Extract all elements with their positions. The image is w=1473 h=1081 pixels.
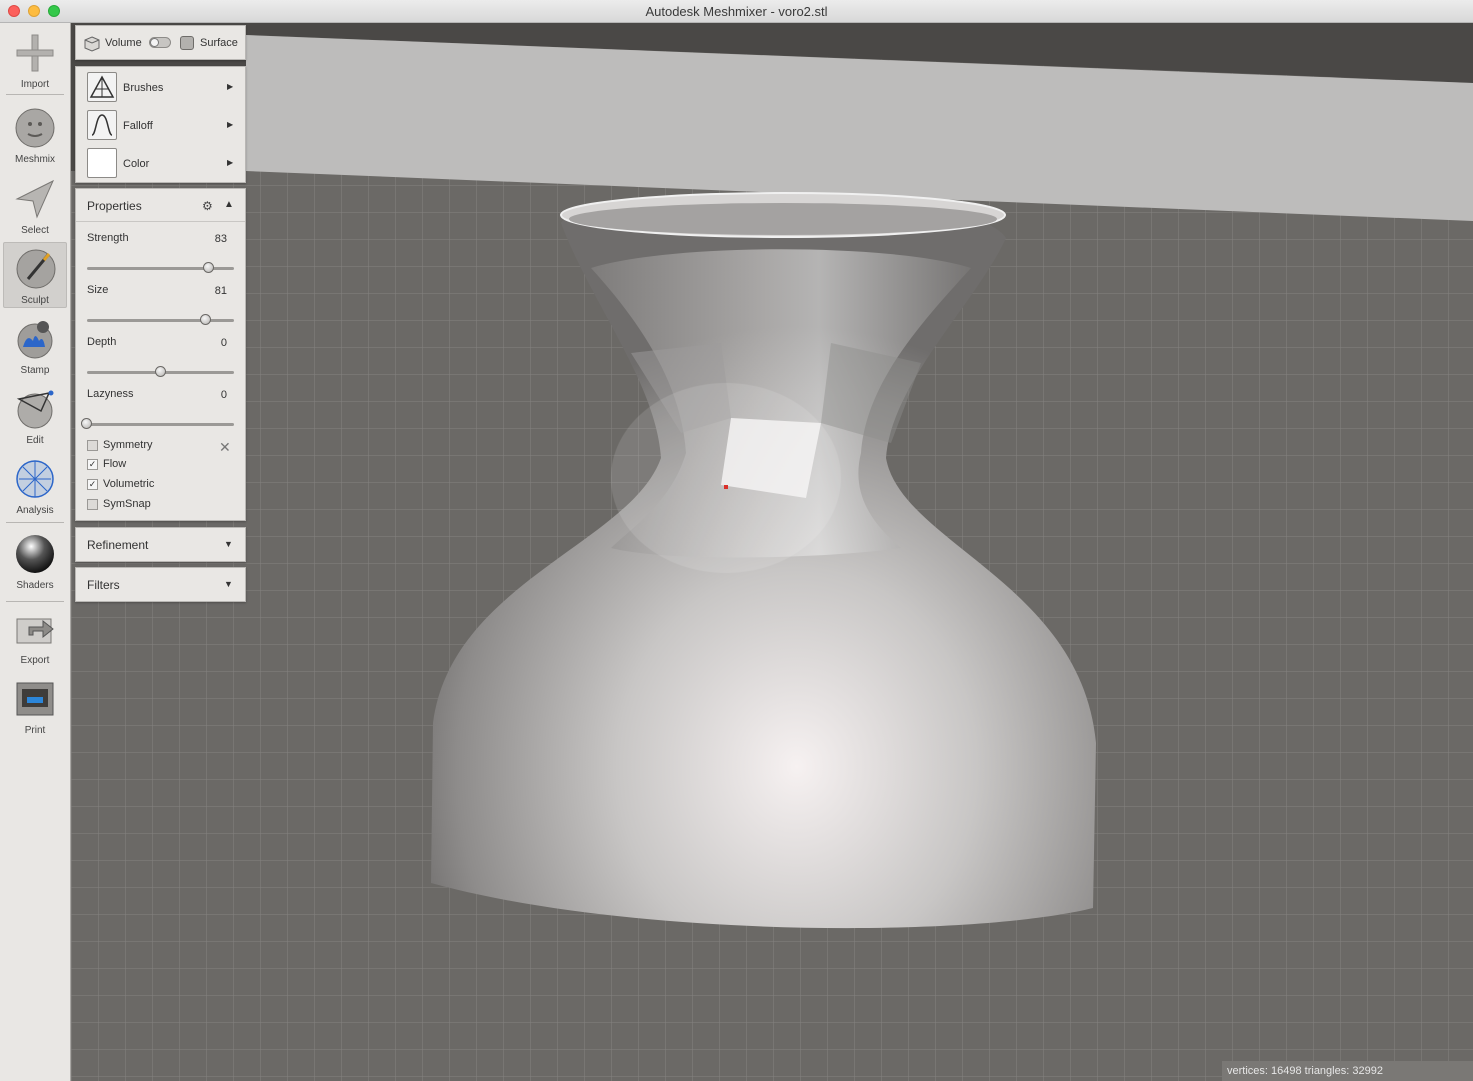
- properties-title: Properties: [87, 199, 142, 213]
- mode-panel: Volume Surface: [75, 25, 246, 60]
- toolbar-label: Print: [24, 725, 46, 736]
- flow-label: Flow: [103, 458, 127, 470]
- size-slider[interactable]: [87, 314, 234, 325]
- strength-slider[interactable]: [87, 262, 234, 273]
- toolbar-label: Import: [20, 79, 50, 90]
- filters-title: Filters: [87, 578, 120, 592]
- window-title: Autodesk Meshmixer - voro2.stl: [645, 4, 828, 19]
- toolbar-divider: [6, 601, 64, 602]
- symmetry-label: Symmetry: [103, 439, 153, 451]
- brush-cursor-sphere: [610, 382, 842, 574]
- brush-panel: Brushes ▶ Falloff ▶ Color ▶: [75, 66, 246, 183]
- symsnap-label: SymSnap: [103, 498, 151, 510]
- lazyness-slider-thumb[interactable]: [81, 418, 92, 429]
- toolbar-label: Shaders: [16, 580, 54, 591]
- collapse-up-icon[interactable]: ▲: [224, 199, 234, 210]
- brush-center-point: [724, 485, 728, 489]
- surface-square-icon: [180, 36, 194, 50]
- symmetry-checkbox[interactable]: [87, 440, 98, 451]
- falloff-swatch: [87, 110, 117, 140]
- toolbar-sculpt[interactable]: Sculpt: [3, 242, 67, 308]
- printer-icon: [16, 682, 54, 716]
- strength-slider-thumb[interactable]: [203, 262, 214, 273]
- brushes-label: Brushes: [123, 82, 164, 94]
- toolbar-select[interactable]: Select: [3, 173, 67, 239]
- select-arrow-icon: [15, 179, 55, 219]
- chevron-down-icon[interactable]: ▼: [224, 539, 233, 549]
- refinement-panel[interactable]: Refinement ▼: [75, 527, 246, 562]
- shader-sphere-icon: [16, 535, 54, 573]
- toolbar-label: Export: [20, 655, 50, 666]
- toolbar-edit[interactable]: Edit: [3, 383, 67, 449]
- falloff-row[interactable]: Falloff ▶: [76, 107, 245, 143]
- toolbar-export[interactable]: Export: [3, 603, 67, 669]
- toolbar-import[interactable]: Import: [3, 27, 67, 93]
- toggle-knob: [150, 38, 159, 47]
- toolbar-stamp[interactable]: Stamp: [3, 313, 67, 379]
- main-toolbar: Import Meshmix Select Sculpt Stamp Edit …: [0, 23, 71, 1081]
- color-label: Color: [123, 158, 150, 170]
- analysis-sphere-icon: [16, 460, 54, 498]
- toolbar-meshmix[interactable]: Meshmix: [3, 102, 67, 168]
- brushes-swatch: [87, 72, 117, 102]
- mesh-stats-status: vertices: 16498 triangles: 32992: [1222, 1061, 1473, 1081]
- toolbar-shaders[interactable]: Shaders: [3, 528, 67, 594]
- filters-panel[interactable]: Filters ▼: [75, 567, 246, 602]
- size-value: 81: [214, 285, 227, 297]
- title-bar: Autodesk Meshmixer - voro2.stl: [0, 0, 1473, 23]
- size-label: Size: [87, 284, 109, 296]
- volume-label[interactable]: Volume: [105, 37, 142, 49]
- toolbar-label: Analysis: [16, 505, 54, 516]
- vase-opening: [569, 203, 997, 235]
- toolbar-divider: [6, 94, 64, 95]
- depth-label: Depth: [87, 336, 117, 348]
- volume-surface-toggle[interactable]: [149, 37, 171, 48]
- volume-cube-icon: [84, 36, 100, 52]
- depth-slider-thumb[interactable]: [154, 366, 166, 377]
- sculpt-brush-icon: [16, 249, 56, 289]
- toolbar-label: Select: [21, 225, 49, 236]
- symsnap-checkbox[interactable]: [87, 499, 98, 510]
- depth-value: 0: [220, 337, 227, 349]
- lazyness-label: Lazyness: [87, 388, 134, 400]
- refinement-title: Refinement: [87, 538, 149, 552]
- plus-icon: [16, 34, 54, 72]
- brushes-triangle-icon: [89, 75, 115, 98]
- color-row[interactable]: Color ▶: [76, 145, 245, 181]
- size-slider-thumb[interactable]: [200, 314, 212, 325]
- toolbar-label: Meshmix: [14, 154, 55, 165]
- volumetric-checkbox[interactable]: ✓: [87, 479, 98, 490]
- 3d-viewport[interactable]: [71, 23, 1473, 1081]
- symmetry-tools-icon[interactable]: ✕: [219, 439, 231, 456]
- chevron-right-icon: ▶: [227, 120, 234, 129]
- strength-value: 83: [214, 233, 227, 245]
- export-icon: [16, 618, 54, 644]
- strength-label: Strength: [87, 232, 129, 244]
- chevron-right-icon: ▶: [227, 158, 234, 167]
- meshmix-face-icon: [15, 108, 55, 148]
- lazyness-value: 0: [220, 389, 227, 401]
- toolbar-divider: [6, 522, 64, 523]
- chevron-down-icon[interactable]: ▼: [224, 579, 233, 589]
- toolbar-label: Edit: [26, 435, 44, 446]
- color-swatch: [87, 148, 117, 178]
- brushes-row[interactable]: Brushes ▶: [76, 69, 245, 105]
- toolbar-analysis[interactable]: Analysis: [3, 453, 67, 519]
- stamp-icon: [17, 321, 53, 359]
- surface-label[interactable]: Surface: [200, 37, 238, 49]
- properties-header[interactable]: Properties ⚙ ▲: [76, 189, 245, 222]
- properties-panel: Properties ⚙ ▲ Strength 83 Size 81 Depth…: [75, 188, 246, 521]
- edit-sphere-icon: [16, 390, 54, 429]
- lazyness-slider[interactable]: [81, 418, 234, 429]
- falloff-curve-icon: [91, 114, 113, 136]
- chevron-right-icon: ▶: [227, 82, 234, 91]
- toolbar-label: Stamp: [20, 365, 50, 376]
- depth-slider[interactable]: [87, 366, 234, 377]
- gear-icon[interactable]: ⚙: [202, 199, 213, 213]
- flow-checkbox[interactable]: ✓: [87, 459, 98, 470]
- falloff-label: Falloff: [123, 120, 153, 132]
- toolbar-label: Sculpt: [21, 295, 49, 306]
- toolbar-print[interactable]: Print: [3, 673, 67, 739]
- volumetric-label: Volumetric: [103, 478, 155, 490]
